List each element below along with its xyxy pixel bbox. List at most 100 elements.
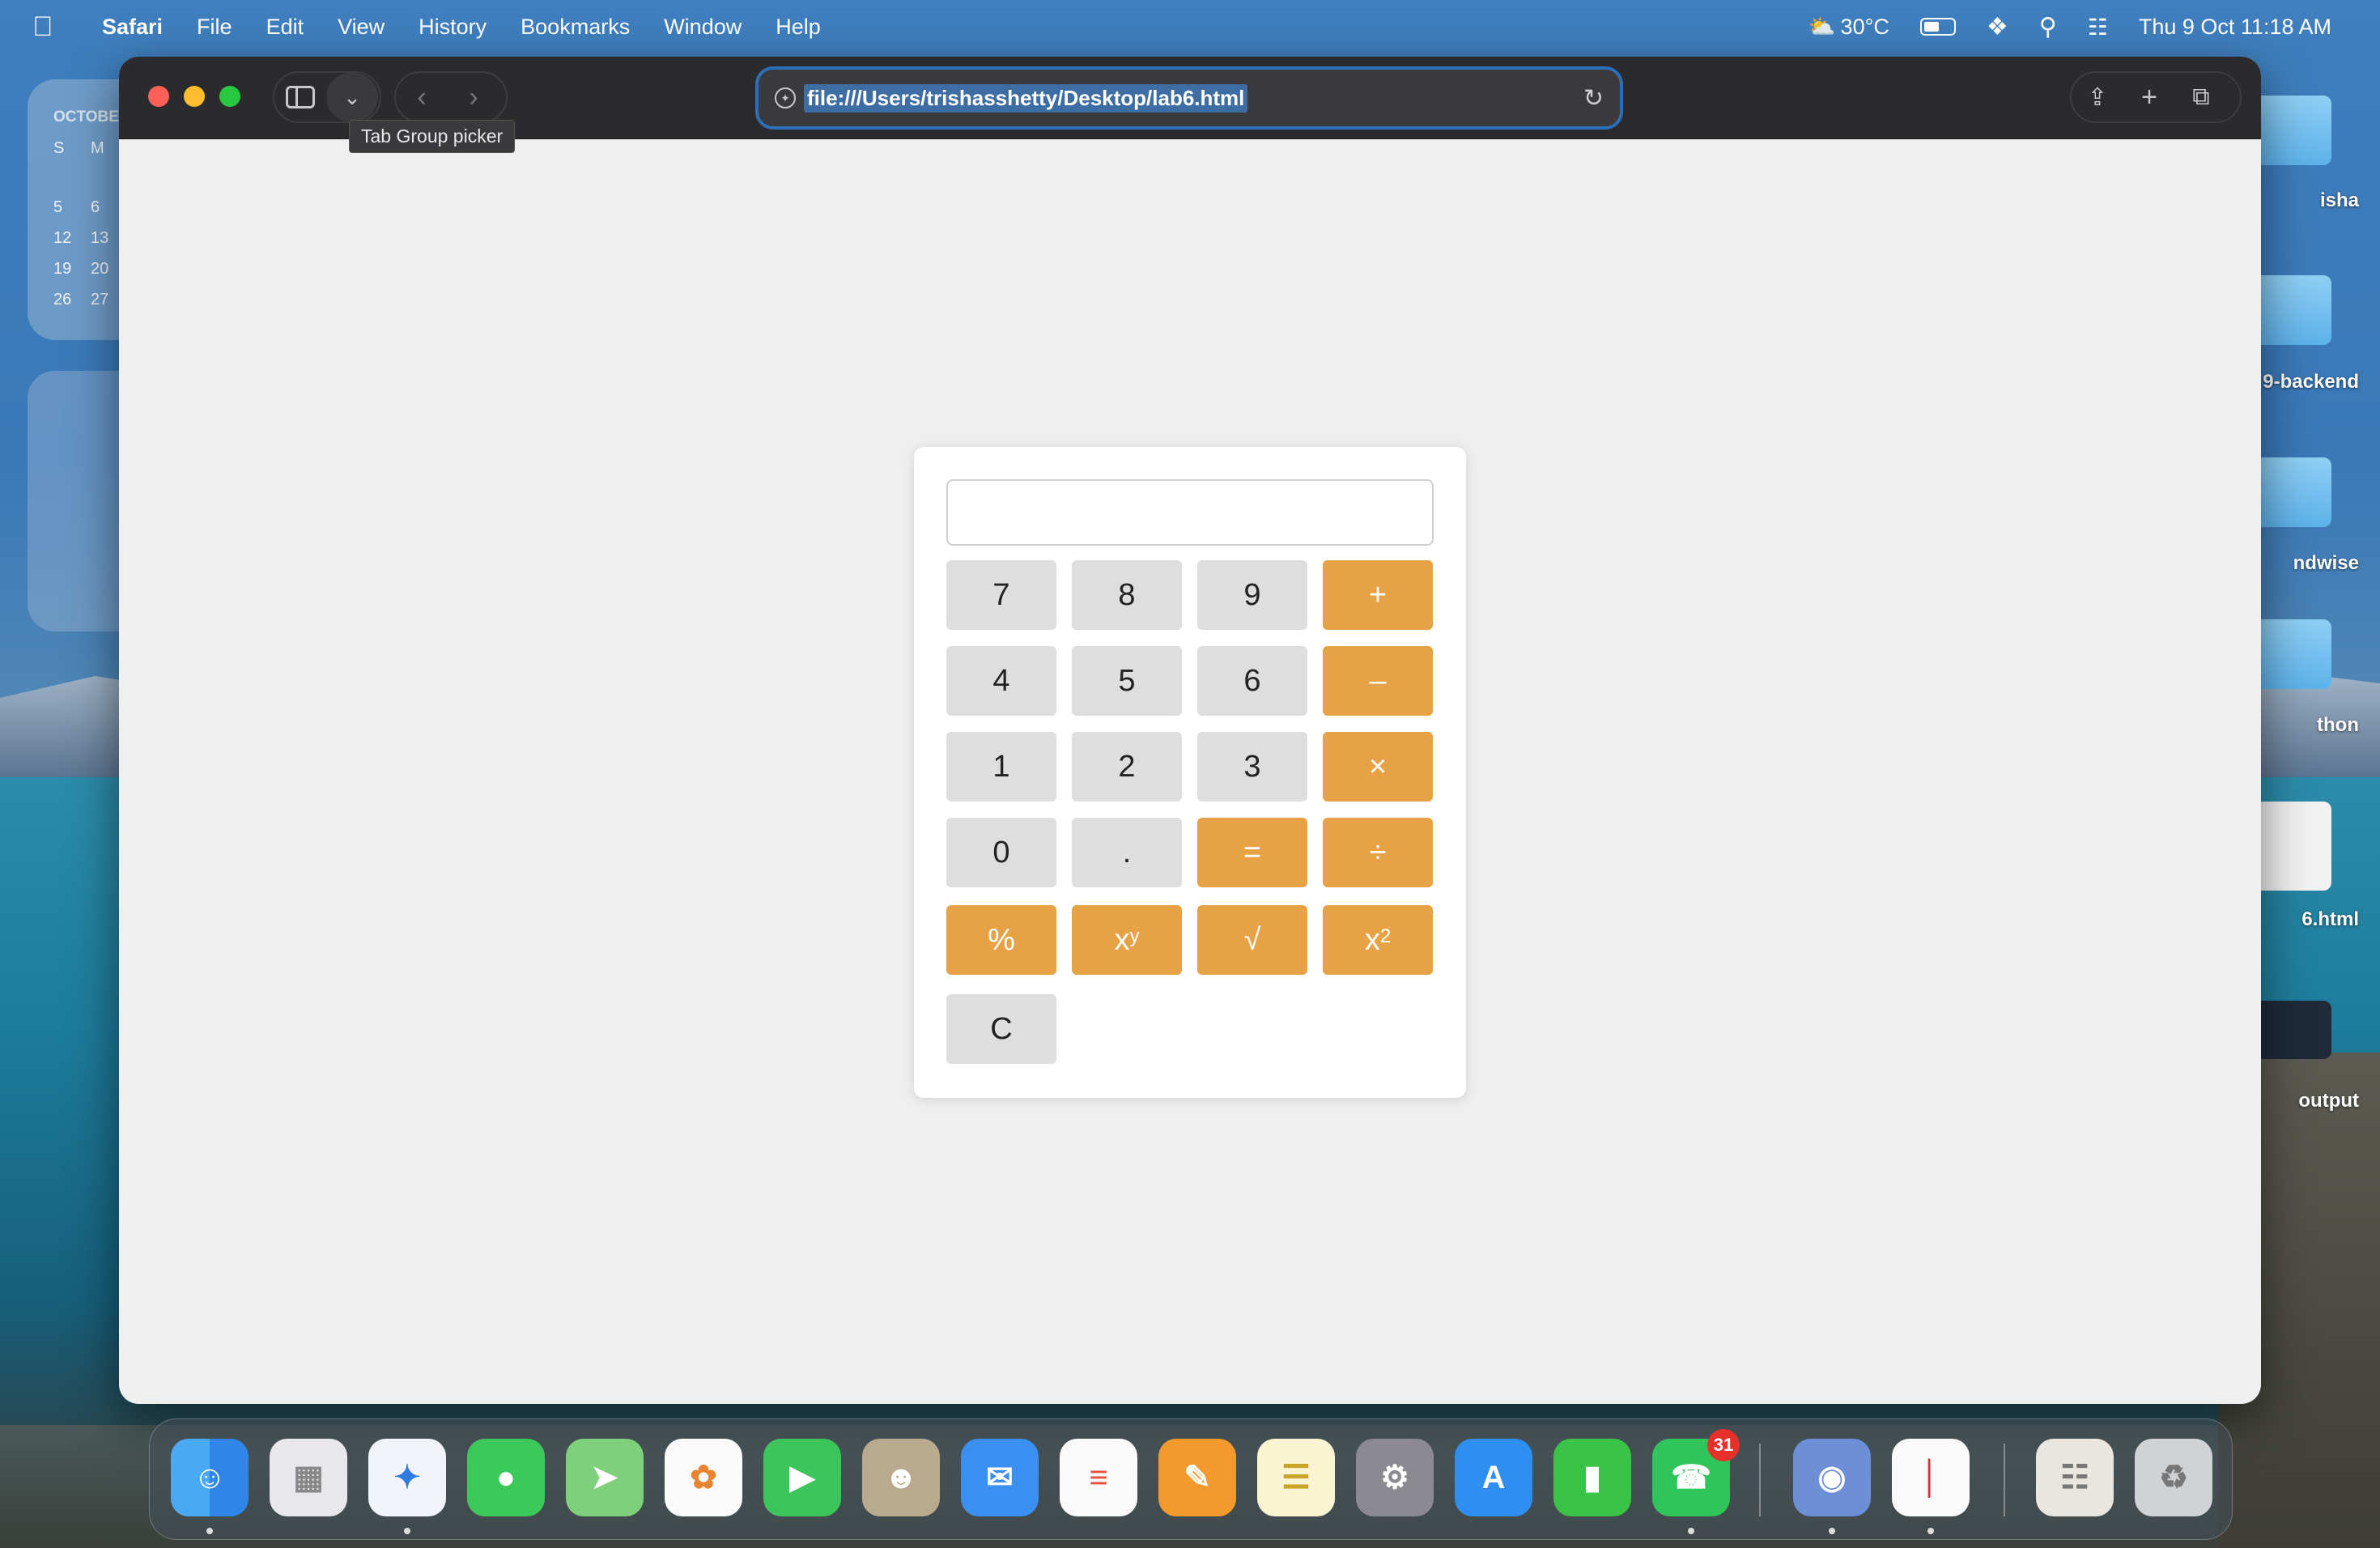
- calculator-key[interactable]: 6: [1197, 646, 1307, 716]
- running-indicator: [1688, 1528, 1694, 1534]
- weather-status[interactable]: ⛅ 30°C: [1808, 14, 1889, 40]
- control-center-icon[interactable]: ☷: [2088, 14, 2108, 40]
- calculator-key[interactable]: x2: [1323, 905, 1433, 975]
- calendar-day: 5: [53, 198, 63, 216]
- calculator-key[interactable]: xy: [1072, 905, 1182, 975]
- calendar-day: 13: [91, 229, 109, 247]
- calculator-key[interactable]: 9: [1197, 560, 1307, 630]
- calculator-key-label: √: [1243, 922, 1261, 957]
- calendar-day: 6: [91, 198, 100, 216]
- desktop-item-label[interactable]: 9-backend: [2263, 371, 2359, 393]
- calculator-key[interactable]: √: [1197, 905, 1307, 975]
- calculator-key[interactable]: 8: [1072, 560, 1182, 630]
- notes-icon[interactable]: ☰: [1257, 1439, 1335, 1516]
- app-store-icon[interactable]: A: [1455, 1439, 1532, 1516]
- apple-menu-icon[interactable]: : [32, 11, 65, 43]
- address-url[interactable]: file:///Users/trishasshetty/Desktop/lab6…: [804, 83, 1248, 113]
- address-bar[interactable]: ✦ file:///Users/trishasshetty/Desktop/la…: [755, 66, 1623, 130]
- calculator-key[interactable]: C: [946, 994, 1056, 1064]
- back-button[interactable]: ‹: [396, 73, 448, 121]
- reload-icon[interactable]: ↻: [1583, 84, 1604, 113]
- fullscreen-window-button[interactable]: [219, 86, 240, 107]
- weather-icon: ⛅: [1808, 15, 1836, 39]
- calculator-key[interactable]: =: [1197, 818, 1307, 887]
- trash-icon[interactable]: ♻: [2135, 1439, 2212, 1516]
- maps-icon[interactable]: ➤: [566, 1439, 644, 1516]
- dock-separator: [2004, 1444, 2005, 1516]
- share-button[interactable]: ⇪: [2072, 73, 2123, 121]
- calculator-key[interactable]: 5: [1072, 646, 1182, 716]
- battery-icon[interactable]: [1919, 18, 1956, 36]
- desktop-item-label[interactable]: 6.html: [2301, 908, 2359, 931]
- menu-help[interactable]: Help: [776, 15, 821, 40]
- forward-button[interactable]: ›: [448, 73, 499, 121]
- calculator-key-label: ÷: [1369, 835, 1387, 870]
- desktop-item-label[interactable]: ndwise: [2293, 552, 2359, 575]
- launchpad-icon[interactable]: ▦: [270, 1439, 347, 1516]
- calculator-key[interactable]: ÷: [1323, 818, 1433, 887]
- desktop-item-label[interactable]: output: [2298, 1090, 2359, 1112]
- menu-clock[interactable]: Thu 9 Oct 11:18 AM: [2139, 15, 2331, 40]
- reminders-icon[interactable]: ≡: [1060, 1439, 1137, 1516]
- calculator-key[interactable]: 2: [1072, 732, 1182, 802]
- spotlight-search-icon[interactable]: ⚲: [2039, 13, 2057, 41]
- close-window-button[interactable]: [148, 86, 169, 107]
- calculator-key-label: C: [990, 1011, 1013, 1046]
- calculator-key-label: 5: [1118, 663, 1136, 698]
- whatsapp-icon[interactable]: ☎ 31: [1652, 1429, 1740, 1516]
- calculator-key[interactable]: 7: [946, 560, 1056, 630]
- calendar-weekday: S: [53, 139, 65, 157]
- safari-icon[interactable]: ✦: [368, 1439, 446, 1516]
- contacts-icon[interactable]: ☻: [862, 1439, 940, 1516]
- calculator-key[interactable]: +: [1323, 560, 1433, 630]
- running-indicator: [1927, 1528, 1934, 1534]
- menu-window[interactable]: Window: [664, 15, 742, 40]
- tab-overview-button[interactable]: ⧉: [2175, 73, 2227, 121]
- menu-file[interactable]: File: [197, 15, 232, 40]
- tab-group-picker-button[interactable]: ⌄: [326, 73, 378, 121]
- sidebar-toggle-button[interactable]: [274, 73, 326, 121]
- messages-icon[interactable]: ●: [467, 1439, 545, 1516]
- desktop-item-label[interactable]: thon: [2317, 714, 2359, 737]
- running-indicator: [1829, 1528, 1835, 1534]
- calculator-key-exponent: y: [1129, 925, 1140, 947]
- calculator-key[interactable]: 0: [946, 818, 1056, 887]
- tab-group-picker-tooltip: Tab Group picker: [349, 120, 516, 153]
- menu-edit[interactable]: Edit: [266, 15, 304, 40]
- calculator-key[interactable]: 1: [946, 732, 1056, 802]
- calendar-day: 20: [91, 260, 109, 278]
- menu-app-name[interactable]: Safari: [102, 15, 163, 40]
- tab-overview-icon: ⧉: [2192, 83, 2210, 110]
- system-settings-icon[interactable]: ⚙: [1356, 1439, 1434, 1516]
- calculator-key-label: x: [1364, 922, 1380, 957]
- photos-icon[interactable]: ✿: [665, 1439, 742, 1516]
- mail-icon[interactable]: ✉: [961, 1439, 1039, 1516]
- preview-icon[interactable]: ◉: [1793, 1439, 1871, 1516]
- calculator-key-label: %: [988, 922, 1015, 957]
- calculator: 7 8 9 +4 5 6–1 2 3 × 0. = ÷% x y √ x 2 C: [914, 447, 1466, 1098]
- calculator-key[interactable]: ×: [1323, 732, 1433, 802]
- documents-stack-icon[interactable]: ☷: [2036, 1439, 2114, 1516]
- facetime-icon[interactable]: ▶: [763, 1439, 841, 1516]
- new-tab-button[interactable]: +: [2123, 73, 2175, 121]
- finder-icon[interactable]: ☺: [171, 1439, 249, 1516]
- menu-bookmarks[interactable]: Bookmarks: [521, 15, 630, 40]
- calculator-key[interactable]: %: [946, 905, 1056, 975]
- calculator-key-label: 0: [992, 835, 1010, 870]
- calculator-key[interactable]: .: [1072, 818, 1182, 887]
- wifi-icon[interactable]: ❖: [1987, 13, 2008, 41]
- safari-window: ⌄ ‹ › ✦ file:///Users/trishasshetty/Desk…: [119, 57, 2261, 1404]
- textedit-icon[interactable]: │: [1892, 1439, 1970, 1516]
- calendar-day: 27: [91, 291, 109, 308]
- pages-icon[interactable]: ✎: [1158, 1439, 1236, 1516]
- calculator-key[interactable]: 4: [946, 646, 1056, 716]
- menu-history[interactable]: History: [419, 15, 487, 40]
- menu-view[interactable]: View: [338, 15, 385, 40]
- desktop-item-label[interactable]: isha: [2320, 189, 2359, 212]
- calculator-key[interactable]: –: [1323, 646, 1433, 716]
- calculator-key[interactable]: 3: [1197, 732, 1307, 802]
- numbers-icon[interactable]: ▮: [1553, 1439, 1631, 1516]
- minimize-window-button[interactable]: [184, 86, 205, 107]
- calculator-display[interactable]: [946, 479, 1434, 546]
- calculator-key-label: x: [1114, 922, 1130, 957]
